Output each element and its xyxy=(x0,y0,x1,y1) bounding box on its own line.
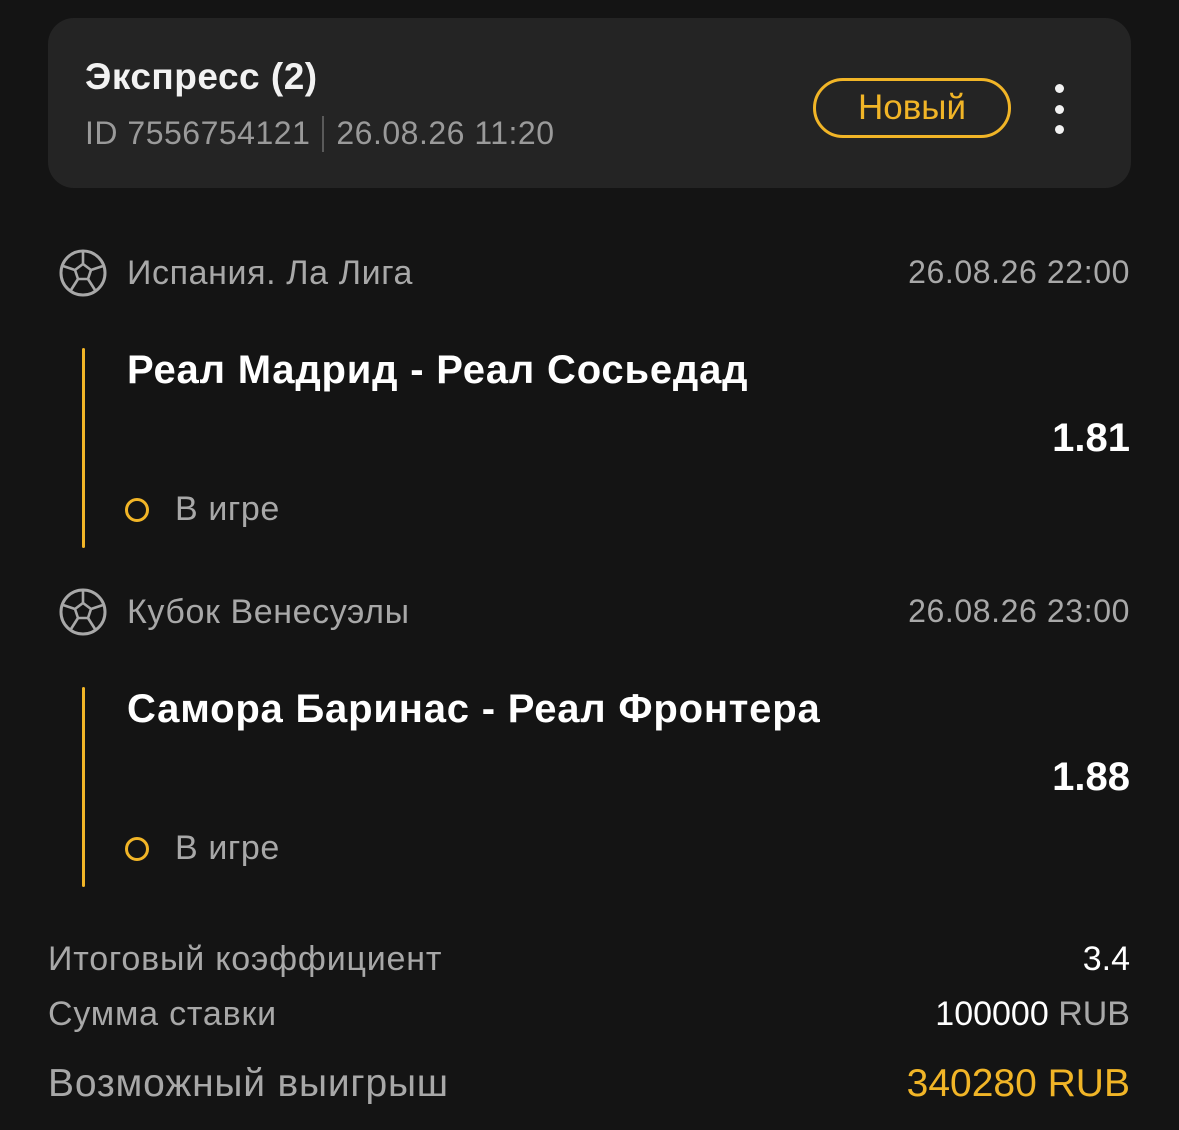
league-row: Кубок Венесуэлы 26.08.26 23:00 xyxy=(58,586,1130,638)
event-status-text: В игре xyxy=(175,829,280,867)
league-name: Испания. Ла Лига xyxy=(127,254,413,292)
bet-meta: ID 7556754121 26.08.26 11:20 xyxy=(85,115,555,152)
soccer-ball-icon xyxy=(59,249,107,297)
stake-amount: 100000 xyxy=(935,995,1049,1033)
event-status: В игре xyxy=(125,490,280,529)
bet-datetime: 26.08.26 11:20 xyxy=(336,115,555,151)
possible-win-value: 340280 RUB xyxy=(906,1062,1130,1105)
event-odds: 1.88 xyxy=(1052,755,1130,799)
possible-win-row: Возможный выигрыш 340280 RUB xyxy=(48,1062,1130,1106)
total-odds-row: Итоговый коэффициент 3.4 xyxy=(48,940,1130,979)
event-status: В игре xyxy=(125,829,280,868)
stake-currency: RUB xyxy=(1058,995,1130,1033)
event-item[interactable]: Реал Мадрид - Реал Сосьедад 1.81 В игре xyxy=(82,348,1130,548)
total-odds-value: 3.4 xyxy=(1082,940,1130,978)
event-match-name: Самора Баринас - Реал Фронтера xyxy=(127,687,821,731)
event-accent-bar xyxy=(82,348,85,548)
stake-value: 100000 RUB xyxy=(935,995,1130,1034)
bet-header-card: Экспресс (2) ID 7556754121 26.08.26 11:2… xyxy=(48,18,1131,188)
stake-label: Сумма ставки xyxy=(48,995,277,1033)
event-match-name: Реал Мадрид - Реал Сосьедад xyxy=(127,348,749,392)
total-odds-label: Итоговый коэффициент xyxy=(48,940,443,978)
event-odds: 1.81 xyxy=(1052,416,1130,460)
stake-row: Сумма ставки 100000 RUB xyxy=(48,995,1130,1034)
meta-divider xyxy=(322,115,325,152)
bet-details-page: Экспресс (2) ID 7556754121 26.08.26 11:2… xyxy=(0,0,1179,1130)
status-ring-icon xyxy=(125,836,149,861)
event-start-time: 26.08.26 22:00 xyxy=(908,254,1130,290)
status-ring-icon xyxy=(125,497,149,522)
possible-win-label: Возможный выигрыш xyxy=(48,1062,449,1105)
bet-title: Экспресс (2) xyxy=(85,56,318,97)
event-start-time: 26.08.26 23:00 xyxy=(908,593,1130,629)
soccer-ball-icon xyxy=(59,588,107,636)
league-row: Испания. Ла Лига 26.08.26 22:00 xyxy=(58,247,1130,299)
event-item[interactable]: Самора Баринас - Реал Фронтера 1.88 В иг… xyxy=(82,687,1130,887)
more-vertical-icon[interactable] xyxy=(1044,84,1074,134)
status-badge: Новый xyxy=(813,78,1011,138)
event-status-text: В игре xyxy=(175,490,280,528)
bet-id: ID 7556754121 xyxy=(85,115,311,151)
league-name: Кубок Венесуэлы xyxy=(127,593,410,631)
event-accent-bar xyxy=(82,687,85,887)
